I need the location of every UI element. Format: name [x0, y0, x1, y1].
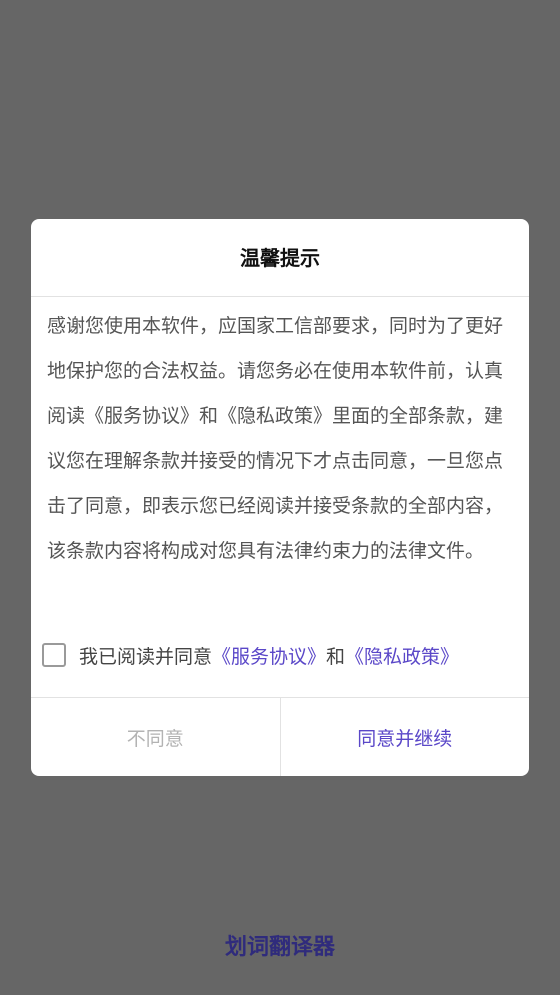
privacy-dialog: 温馨提示 感谢您使用本软件，应国家工信部要求，同时为了更好地保护您的合法权益。请…	[31, 219, 529, 776]
agreement-connector: 和	[326, 645, 346, 668]
dialog-body-text: 感谢您使用本软件，应国家工信部要求，同时为了更好地保护您的合法权益。请您务必在使…	[47, 315, 504, 562]
privacy-policy-link[interactable]: 《隐私政策》	[345, 642, 459, 669]
dialog-button-row: 不同意 同意并继续	[31, 697, 529, 776]
service-agreement-link[interactable]: 《服务协议》	[212, 642, 326, 669]
agreement-row: 我已阅读并同意 《服务协议》 和 《隐私政策》	[42, 639, 459, 671]
app-name: 划词翻译器	[224, 935, 335, 960]
dialog-title: 温馨提示	[31, 219, 529, 297]
disagree-button[interactable]: 不同意	[31, 698, 281, 776]
agreement-checkbox[interactable]	[42, 643, 66, 667]
agreement-prefix: 我已阅读并同意	[79, 645, 213, 668]
agree-continue-button[interactable]: 同意并继续	[281, 698, 530, 776]
